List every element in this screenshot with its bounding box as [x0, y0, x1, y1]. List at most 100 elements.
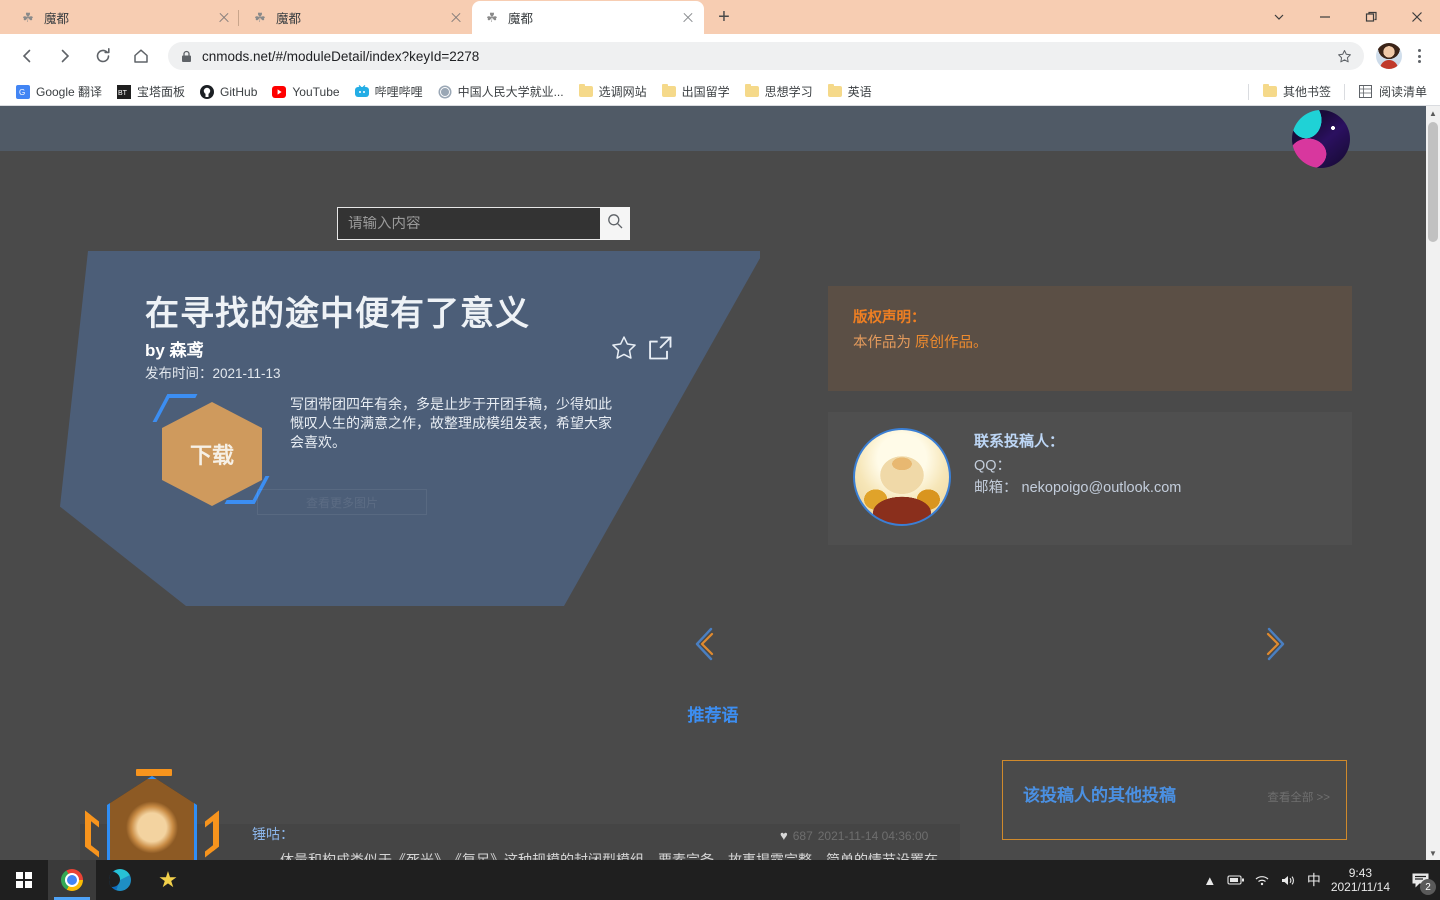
contributor-avatar[interactable] — [853, 428, 951, 526]
divider — [1247, 83, 1249, 100]
bookmark-label: 选调网站 — [598, 85, 647, 99]
favorite-star-icon[interactable] — [610, 334, 638, 367]
copyright-title: 版权声明： — [853, 310, 926, 326]
site-favicon-icon: ☘ — [22, 10, 34, 25]
user-avatar[interactable] — [1292, 110, 1350, 168]
bookmark-folder[interactable]: 思想学习 — [737, 81, 820, 103]
address-bar[interactable]: cnmods.net/#/moduleDetail/index?keyId=22… — [168, 42, 1364, 70]
close-icon[interactable] — [448, 10, 464, 26]
show-hidden-icons[interactable]: ▲ — [1197, 860, 1223, 900]
forward-icon[interactable] — [49, 40, 81, 72]
bookmark-folder[interactable]: 英语 — [820, 81, 879, 103]
hero-action-icons — [610, 334, 674, 367]
bookmark-label: Google 翻译 — [36, 85, 103, 99]
profile-avatar[interactable] — [1376, 43, 1402, 69]
bookmark-label: 出国留学 — [681, 85, 730, 99]
taskbar-item-star-app[interactable]: ★ — [144, 860, 192, 900]
tab-title: 魔都 — [508, 12, 534, 26]
bookmark-label: YouTube — [292, 84, 340, 99]
contact-email-value[interactable]: nekopoigo@outlook.com — [1022, 480, 1182, 496]
scroll-up-icon[interactable]: ▲ — [1426, 106, 1440, 120]
browser-tab-active[interactable]: ☘ 魔都 — [472, 1, 704, 34]
carousel-next-button[interactable] — [1254, 624, 1294, 664]
wifi-icon[interactable] — [1249, 860, 1275, 900]
edge-icon — [109, 869, 131, 891]
ruc-icon — [437, 84, 453, 100]
close-window-icon[interactable] — [1394, 0, 1440, 34]
bookmark-label: 中国人民大学就业... — [457, 85, 564, 99]
maximize-icon[interactable] — [1348, 0, 1394, 34]
contact-email-label: 邮箱： — [974, 480, 1018, 496]
carousel-prev-button[interactable] — [686, 624, 726, 664]
accent-chevron-right — [205, 810, 219, 858]
back-icon[interactable] — [11, 40, 43, 72]
taskbar-item-edge[interactable] — [96, 860, 144, 900]
site-header — [0, 106, 1426, 151]
home-icon[interactable] — [125, 40, 157, 72]
bookmark-item[interactable]: 哔哩哔哩 — [347, 81, 430, 103]
close-icon[interactable] — [680, 10, 696, 26]
volume-icon[interactable] — [1275, 860, 1301, 900]
search-input[interactable] — [348, 215, 618, 232]
view-more-images-button[interactable]: 查看更多图片 — [257, 489, 427, 515]
comment-avatar[interactable] — [82, 766, 222, 860]
chevron-down-icon[interactable] — [1256, 0, 1302, 34]
contact-title: 联系投稿人： — [974, 433, 1065, 450]
other-works-view-all-link[interactable]: 查看全部 >> — [1267, 789, 1330, 805]
close-icon[interactable] — [216, 10, 232, 26]
ime-indicator[interactable]: 中 — [1301, 860, 1327, 900]
heart-icon[interactable]: ♥ — [780, 828, 788, 843]
comment-meta: ♥ 687 2021-11-14 04:36:00 — [780, 828, 928, 843]
minimize-icon[interactable] — [1302, 0, 1348, 34]
clock-time: 9:43 — [1348, 866, 1373, 880]
bookmark-item[interactable]: GitHub — [192, 81, 264, 103]
notification-center-button[interactable]: 2 — [1400, 860, 1440, 900]
bookmark-item[interactable]: G Google 翻译 — [8, 81, 109, 103]
folder-icon — [661, 83, 677, 100]
bookmark-item[interactable]: YouTube — [264, 81, 346, 103]
taskbar-clock[interactable]: 9:43 2021/11/14 — [1327, 866, 1400, 894]
svg-text:BT: BT — [118, 90, 128, 97]
search-input-wrapper[interactable] — [337, 207, 629, 240]
bookmark-item[interactable]: 中国人民大学就业... — [430, 81, 571, 103]
bilibili-icon — [354, 84, 370, 100]
comment-like-count: 687 — [792, 828, 813, 843]
other-works-title: 该投稿人的其他投稿 — [1023, 786, 1176, 805]
new-tab-button[interactable]: + — [710, 3, 738, 31]
battery-icon[interactable] — [1223, 860, 1249, 900]
star-icon: ★ — [158, 867, 178, 892]
other-works-panel[interactable]: 该投稿人的其他投稿 查看全部 >> — [1002, 760, 1347, 840]
browser-tab[interactable]: ☘ 魔都 — [238, 1, 472, 34]
other-bookmarks-folder[interactable]: 其他书签 — [1255, 81, 1338, 103]
bookmarks-bar-right: 其他书签 阅读清单 — [1242, 81, 1434, 103]
contact-email: 邮箱： nekopoigo@outlook.com — [974, 477, 1181, 499]
windows-logo-icon — [16, 872, 32, 888]
page-scrollbar[interactable]: ▲ ▼ — [1426, 106, 1440, 860]
bookmark-folder[interactable]: 出国留学 — [654, 81, 737, 103]
download-button-wrapper[interactable]: 下载 — [148, 394, 270, 514]
reading-list-button[interactable]: 阅读清单 — [1351, 81, 1434, 103]
page-viewport: 模组 ▾ 首页 专题 版权 投稿 在寻找的途中便有了意义 by 森鸢 发布时间：… — [0, 106, 1440, 860]
bookmark-star-icon[interactable] — [1334, 49, 1354, 64]
scrollbar-thumb[interactable] — [1428, 122, 1438, 242]
browser-tab[interactable]: ☘ 魔都 — [8, 1, 240, 34]
accent-chevron-left — [85, 810, 99, 858]
copyright-value: 原创作品。 — [915, 335, 988, 351]
bookmark-folder[interactable]: 选调网站 — [571, 81, 654, 103]
comment-author: 锤咕： — [252, 826, 294, 842]
copyright-panel: 版权声明： 本作品为 原创作品。 — [828, 286, 1352, 391]
reading-list-icon — [1358, 84, 1374, 100]
notification-badge: 2 — [1420, 879, 1436, 895]
clock-date: 2021/11/14 — [1330, 880, 1390, 894]
page-title: 在寻找的途中便有了意义 — [145, 295, 530, 333]
search-button[interactable] — [600, 207, 630, 240]
start-button[interactable] — [0, 860, 48, 900]
chrome-menu-icon[interactable] — [1406, 43, 1432, 69]
scroll-down-icon[interactable]: ▼ — [1426, 846, 1440, 860]
bookmark-item[interactable]: BT 宝塔面板 — [109, 81, 192, 103]
bt-panel-icon: BT — [116, 84, 132, 100]
contact-panel: 联系投稿人： QQ： 邮箱： nekopoigo@outlook.com — [828, 412, 1352, 545]
taskbar-item-chrome[interactable] — [48, 860, 96, 900]
share-external-icon[interactable] — [646, 334, 674, 367]
reload-icon[interactable] — [87, 40, 119, 72]
